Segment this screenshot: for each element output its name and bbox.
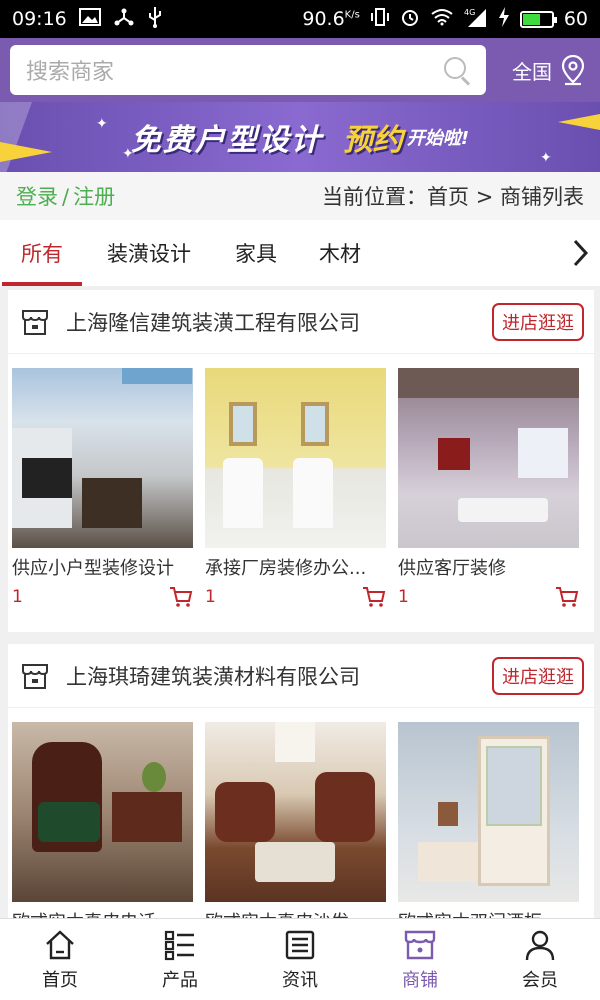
- breadcrumb: 当前位置：首页 > 商铺列表: [322, 185, 584, 209]
- product-image[interactable]: [398, 368, 579, 548]
- location-row: 登录 / 注册 当前位置：首页 > 商铺列表: [0, 172, 600, 220]
- search-icon[interactable]: [442, 55, 472, 85]
- battery-percent: 60: [563, 8, 588, 30]
- search-header: 搜索商家 全国: [0, 38, 600, 102]
- sparkle-icon: ✦: [122, 146, 134, 162]
- region-label: 全国: [512, 59, 552, 84]
- battery-icon: [519, 10, 557, 28]
- product-name: 供应小户型装修设计: [12, 558, 174, 579]
- auth-separator: /: [62, 185, 70, 209]
- shop-header: 上海隆信建筑装潢工程有限公司 进店逛逛: [8, 290, 594, 354]
- product-list: 欧式实木真皮电话... 欧式实木真皮沙发... 欧式实木双门酒柜...: [8, 708, 594, 918]
- sparkle-icon: ✦: [540, 150, 552, 166]
- product-price: 1: [398, 587, 409, 607]
- product-image[interactable]: [12, 722, 193, 902]
- share-icon: [113, 7, 135, 31]
- wifi-icon: [430, 8, 454, 30]
- tab-decoration-design[interactable]: 装潢设计: [84, 220, 214, 286]
- chevron-right-icon[interactable]: [560, 220, 600, 286]
- list-icon: [164, 930, 194, 960]
- nav-home[interactable]: 首页: [0, 919, 120, 1000]
- product-name: 欧式实木真皮电话...: [12, 908, 193, 918]
- svg-text:4G: 4G: [464, 8, 475, 17]
- shop-card: 上海隆信建筑装潢工程有限公司 进店逛逛 供应小户型装修设计 1 承接厂房装修办公…: [8, 290, 594, 632]
- enter-shop-button[interactable]: 进店逛逛: [492, 656, 584, 695]
- product-card[interactable]: 供应小户型装修设计 1: [12, 368, 193, 608]
- store-icon: [22, 309, 48, 335]
- product-image[interactable]: [205, 722, 386, 902]
- signal-icon: 4G: [464, 7, 488, 31]
- product-name: 欧式实木双门酒柜...: [398, 908, 579, 918]
- banner-arrow-left: [0, 142, 52, 162]
- nav-news-label: 资讯: [282, 969, 318, 991]
- nav-news[interactable]: 资讯: [240, 919, 360, 1000]
- enter-shop-button[interactable]: 进店逛逛: [492, 302, 584, 341]
- nav-stores[interactable]: 商铺: [360, 919, 480, 1000]
- search-input[interactable]: 搜索商家: [10, 45, 486, 95]
- promo-banner[interactable]: ✦ ✦ ✦ 免费户型设计 预约 开始啦!: [0, 102, 600, 172]
- product-card[interactable]: 供应客厅装修 1: [398, 368, 579, 608]
- nav-member-label: 会员: [522, 969, 558, 991]
- store-icon: [22, 663, 48, 689]
- store-icon: [404, 930, 436, 959]
- product-name: 承接厂房装修办公...: [205, 558, 367, 579]
- vibrate-icon: [370, 7, 390, 31]
- bottom-navigation: 首页 产品 资讯 商铺 会员: [0, 918, 600, 1000]
- tab-wood[interactable]: 木材: [298, 220, 382, 286]
- region-selector[interactable]: 全国: [512, 54, 590, 86]
- register-link[interactable]: 注册: [73, 185, 115, 209]
- banner-main-text: 免费户型设计: [130, 123, 323, 158]
- cart-icon[interactable]: [169, 586, 193, 608]
- network-speed: 90.6K/s: [302, 8, 360, 30]
- category-tabs: 所有 装潢设计 家具 木材: [0, 220, 600, 286]
- product-image[interactable]: [205, 368, 386, 548]
- product-card[interactable]: 欧式实木真皮电话...: [12, 722, 193, 918]
- nav-home-label: 首页: [42, 969, 78, 991]
- product-list: 供应小户型装修设计 1 承接厂房装修办公... 1 供应客厅装修 1: [8, 354, 594, 608]
- product-card[interactable]: 承接厂房装修办公... 1: [205, 368, 386, 608]
- product-name: 欧式实木真皮沙发...: [205, 908, 386, 918]
- cart-icon[interactable]: [362, 586, 386, 608]
- banner-arrow-right: [558, 114, 600, 130]
- search-placeholder: 搜索商家: [26, 60, 115, 85]
- nav-products-label: 产品: [162, 969, 198, 991]
- status-bar: 09:16 90.6K/s 4G 60: [0, 0, 600, 38]
- battery-fill: [522, 13, 540, 25]
- shop-card: 上海琪琦建筑装潢材料有限公司 进店逛逛 欧式实木真皮电话... 欧式实木真皮沙发…: [8, 644, 594, 918]
- charging-icon: [498, 7, 510, 31]
- tab-all[interactable]: 所有: [0, 220, 84, 286]
- user-icon: [525, 930, 555, 960]
- nav-member[interactable]: 会员: [480, 919, 600, 1000]
- usb-icon: [147, 6, 163, 32]
- cart-icon[interactable]: [555, 586, 579, 608]
- sparkle-icon: ✦: [96, 116, 108, 132]
- shop-header: 上海琪琦建筑装潢材料有限公司 进店逛逛: [8, 644, 594, 708]
- nav-stores-label: 商铺: [402, 969, 438, 991]
- product-price: 1: [205, 587, 216, 607]
- alarm-icon: [400, 7, 420, 31]
- shop-name[interactable]: 上海隆信建筑装潢工程有限公司: [66, 307, 492, 337]
- product-price: 1: [12, 587, 23, 607]
- location-icon: [561, 54, 585, 86]
- home-icon: [46, 929, 74, 959]
- product-name: 供应客厅装修: [398, 558, 506, 579]
- product-card[interactable]: 欧式实木真皮沙发...: [205, 722, 386, 918]
- product-card[interactable]: 欧式实木双门酒柜...: [398, 722, 579, 918]
- banner-highlight-text: 预约: [342, 123, 403, 158]
- product-image[interactable]: [12, 368, 193, 548]
- banner-tail-text: 开始啦!: [406, 128, 470, 149]
- shop-name[interactable]: 上海琪琦建筑装潢材料有限公司: [66, 661, 492, 691]
- status-time: 09:16: [12, 8, 67, 30]
- login-link[interactable]: 登录: [16, 185, 58, 209]
- news-icon: [285, 930, 315, 959]
- nav-products[interactable]: 产品: [120, 919, 240, 1000]
- auth-links: 登录 / 注册: [16, 181, 115, 211]
- product-image[interactable]: [398, 722, 579, 902]
- tab-furniture[interactable]: 家具: [214, 220, 298, 286]
- image-icon: [78, 8, 101, 30]
